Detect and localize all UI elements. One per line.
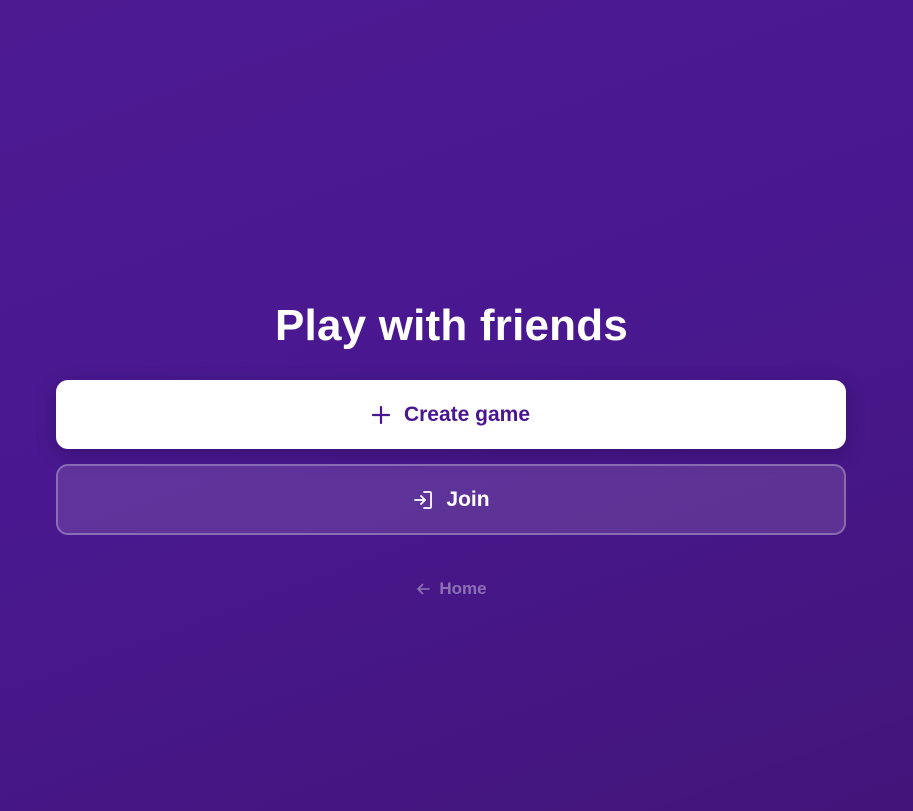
play-with-friends-screen: Play with friends Create game Join Home [0, 0, 913, 811]
home-label: Home [439, 579, 487, 598]
join-button[interactable]: Join [56, 464, 846, 535]
login-icon [412, 489, 434, 511]
arrow-left-icon [416, 582, 431, 596]
plus-icon [371, 405, 390, 424]
home-link[interactable]: Home [0, 576, 903, 602]
create-game-button[interactable]: Create game [56, 380, 846, 449]
join-label: Join [446, 487, 490, 511]
create-game-label: Create game [403, 402, 531, 426]
page-title: Play with friends [274, 301, 629, 350]
